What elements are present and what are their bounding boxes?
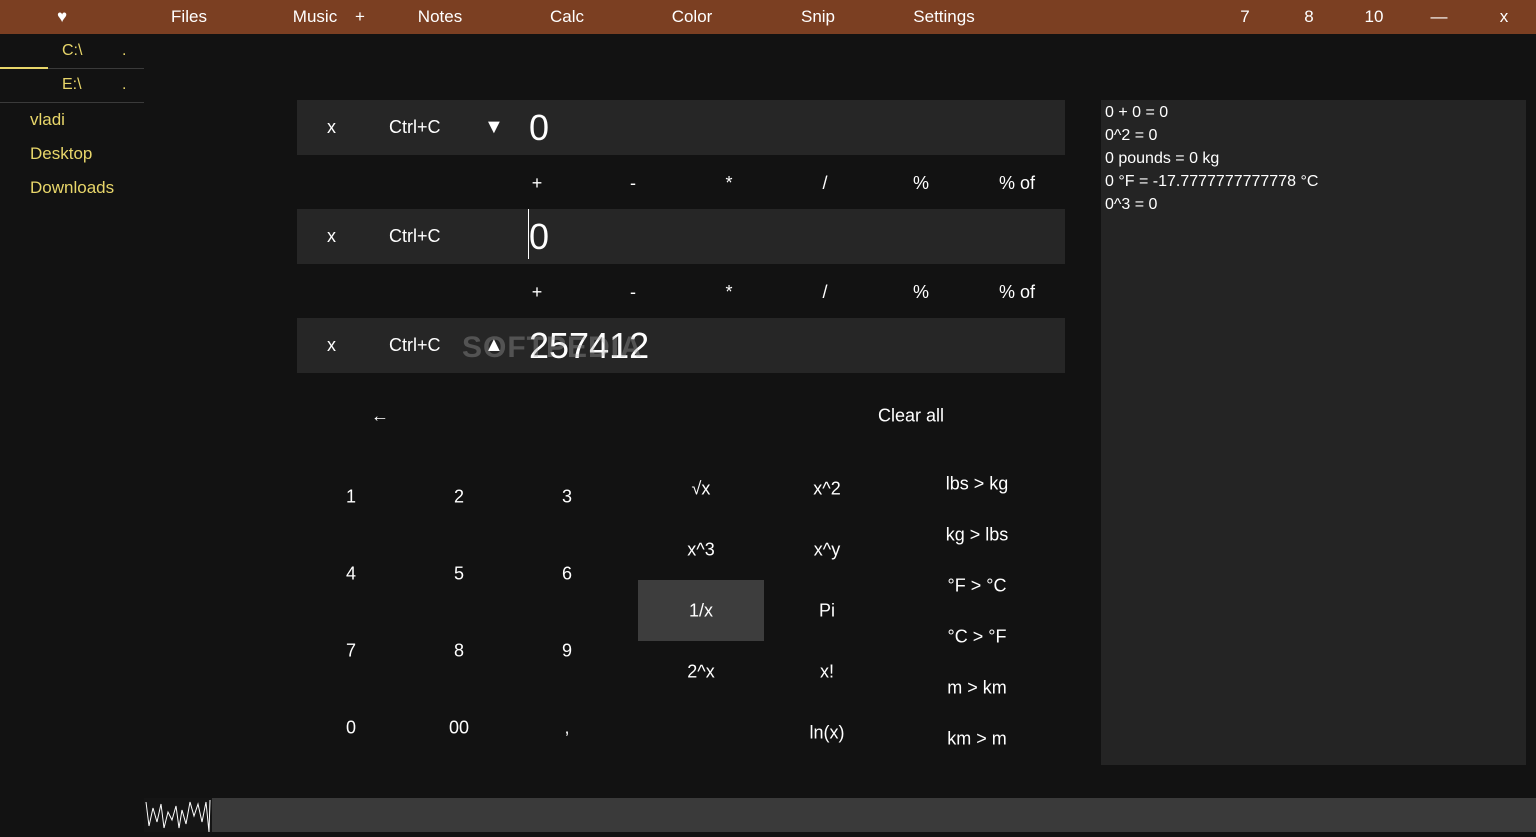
clear-all-button[interactable]: Clear all <box>878 406 944 427</box>
audio-waveform-visualizer <box>144 798 212 833</box>
pi-button[interactable]: Pi <box>819 601 835 622</box>
folder-downloads[interactable]: Downloads <box>30 178 114 198</box>
digit-0-button[interactable]: 0 <box>346 718 356 739</box>
drive-e[interactable]: E:\ . <box>0 68 144 103</box>
fahrenheit-to-celsius-button[interactable]: °F > °C <box>948 576 1007 597</box>
operator-row-1: + - * / % % of <box>297 163 1065 203</box>
heart-icon[interactable]: ♥ <box>57 0 67 34</box>
calc-history-panel[interactable]: 0 + 0 = 0 0^2 = 0 0 pounds = 0 kg 0 °F =… <box>1101 100 1526 765</box>
op-multiply-button[interactable]: * <box>725 282 732 303</box>
op-subtract-button[interactable]: - <box>630 173 636 194</box>
history-line: 0 + 0 = 0 <box>1105 104 1169 121</box>
folder-desktop[interactable]: Desktop <box>30 144 92 164</box>
op-percent-button[interactable]: % <box>913 173 929 194</box>
menu-music[interactable]: Music <box>293 0 337 34</box>
clear-input-button[interactable]: x <box>327 226 336 247</box>
history-line: 0^3 = 0 <box>1105 196 1158 213</box>
digit-6-button[interactable]: 6 <box>562 564 572 585</box>
op-percent-of-button[interactable]: % of <box>999 173 1035 194</box>
menu-snip[interactable]: Snip <box>801 0 835 34</box>
digit-5-button[interactable]: 5 <box>454 564 464 585</box>
reciprocal-button[interactable]: 1/x <box>689 601 713 622</box>
history-line: 0 pounds = 0 kg <box>1105 150 1220 167</box>
digit-4-button[interactable]: 4 <box>346 564 356 585</box>
layout-8-button[interactable]: 8 <box>1304 0 1313 34</box>
op-divide-button[interactable]: / <box>822 282 827 303</box>
km-to-m-button[interactable]: km > m <box>947 729 1007 750</box>
factorial-button[interactable]: x! <box>820 662 834 683</box>
menu-calc[interactable]: Calc <box>550 0 584 34</box>
history-line: 0 °F = -17.7777777777778 °C <box>1105 173 1319 190</box>
sqrt-button[interactable]: √x <box>692 479 711 500</box>
kg-to-lbs-button[interactable]: kg > lbs <box>946 525 1009 546</box>
bottom-status-bar <box>144 798 1536 833</box>
op-subtract-button[interactable]: - <box>630 282 636 303</box>
op-percent-of-button[interactable]: % of <box>999 282 1035 303</box>
drive-dot: . <box>122 42 127 59</box>
drive-label: E:\ <box>62 76 82 93</box>
digit-9-button[interactable]: 9 <box>562 641 572 662</box>
close-button[interactable]: x <box>1500 0 1509 34</box>
m-to-km-button[interactable]: m > km <box>947 678 1007 699</box>
digit-3-button[interactable]: 3 <box>562 487 572 508</box>
minimize-button[interactable]: — <box>1431 0 1448 34</box>
copy-button[interactable]: Ctrl+C <box>389 226 441 247</box>
triangle-down-icon[interactable]: ▼ <box>484 116 504 139</box>
digit-8-button[interactable]: 8 <box>454 641 464 662</box>
square-button[interactable]: x^2 <box>813 479 840 500</box>
copy-button[interactable]: Ctrl+C <box>389 335 441 356</box>
natural-log-button[interactable]: ln(x) <box>810 723 845 744</box>
folder-vladi[interactable]: vladi <box>30 110 65 130</box>
calc-result-row: x Ctrl+C ▲ 257412 <box>297 318 1065 373</box>
decimal-comma-button[interactable]: , <box>564 718 569 739</box>
digit-1-button[interactable]: 1 <box>346 487 356 508</box>
celsius-to-fahrenheit-button[interactable]: °C > °F <box>948 627 1007 648</box>
power-button[interactable]: x^y <box>814 540 840 561</box>
calc-input-value[interactable]: 0 <box>529 107 549 149</box>
lbs-to-kg-button[interactable]: lbs > kg <box>946 474 1009 495</box>
history-line: 0^2 = 0 <box>1105 127 1158 144</box>
operator-row-2: + - * / % % of <box>297 272 1065 312</box>
drive-dot: . <box>122 76 127 93</box>
op-percent-button[interactable]: % <box>913 282 929 303</box>
op-add-button[interactable]: + <box>532 173 543 194</box>
softpedia-watermark: SOFTPEDIA <box>462 331 643 364</box>
op-divide-button[interactable]: / <box>822 173 827 194</box>
drive-c[interactable]: C:\ . <box>0 34 144 69</box>
drive-label: C:\ <box>62 42 83 59</box>
digit-7-button[interactable]: 7 <box>346 641 356 662</box>
waveform-icon <box>145 799 211 833</box>
menu-notes[interactable]: Notes <box>418 0 462 34</box>
calc-input-row-1: x Ctrl+C ▼ 0 <box>297 100 1065 155</box>
layout-7-button[interactable]: 7 <box>1240 0 1249 34</box>
menu-color[interactable]: Color <box>672 0 713 34</box>
backspace-button[interactable]: ← <box>371 406 389 427</box>
cube-button[interactable]: x^3 <box>687 540 714 561</box>
menu-files[interactable]: Files <box>171 0 207 34</box>
calc-input-row-2: x Ctrl+C 0 <box>297 209 1065 264</box>
clear-input-button[interactable]: x <box>327 117 336 138</box>
digit-2-button[interactable]: 2 <box>454 487 464 508</box>
layout-10-button[interactable]: 10 <box>1365 0 1384 34</box>
calc-input-value[interactable]: 0 <box>529 216 549 258</box>
copy-button[interactable]: Ctrl+C <box>389 117 441 138</box>
top-menu-bar: ♥ Files Music + Notes Calc Color Snip Se… <box>0 0 1536 34</box>
power-of-two-button[interactable]: 2^x <box>687 662 714 683</box>
menu-music-add-button[interactable]: + <box>355 0 365 34</box>
menu-settings[interactable]: Settings <box>913 0 974 34</box>
op-add-button[interactable]: + <box>532 282 543 303</box>
clear-input-button[interactable]: x <box>327 335 336 356</box>
digit-00-button[interactable]: 00 <box>449 718 469 739</box>
op-multiply-button[interactable]: * <box>725 173 732 194</box>
